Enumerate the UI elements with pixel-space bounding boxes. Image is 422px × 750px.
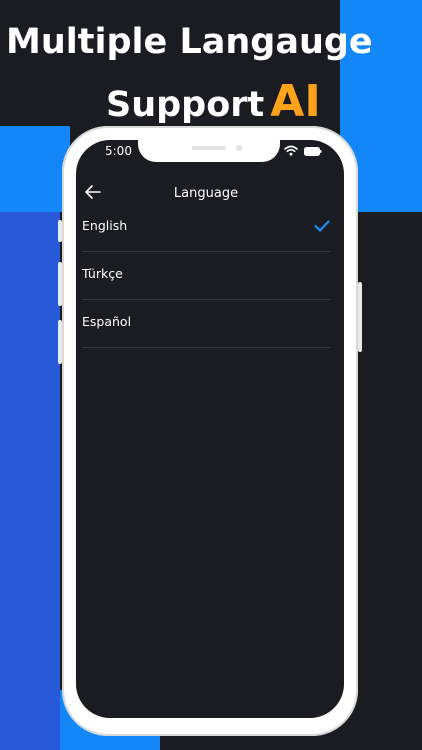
background-blue-strip [0, 212, 60, 750]
phone-screen: 5:00 Language English Türkçe Español [76, 140, 344, 718]
language-label: Türkçe [82, 266, 123, 281]
language-list: English Türkçe Español [82, 204, 330, 348]
headline-ai-accent: AI [270, 76, 321, 127]
language-option-turkish[interactable]: Türkçe [82, 252, 330, 300]
front-camera [236, 145, 242, 151]
battery-icon [304, 147, 322, 156]
status-time: 5:00 [105, 144, 132, 158]
language-option-english[interactable]: English [82, 204, 330, 252]
language-label: English [82, 218, 128, 233]
language-option-spanish[interactable]: Español [82, 300, 330, 348]
wifi-icon [284, 145, 298, 156]
checkmark-icon [314, 220, 330, 232]
speaker-grille [192, 146, 226, 150]
background-blue-block [0, 126, 70, 212]
phone-power-button [358, 282, 362, 352]
headline-line-1: Multiple Langauge [6, 22, 373, 62]
page-title: Language [173, 186, 239, 201]
headline-line-2: Support AI [106, 76, 422, 127]
language-label: Español [82, 314, 132, 329]
phone-notch [138, 140, 280, 162]
headline-support: Support [106, 85, 265, 125]
